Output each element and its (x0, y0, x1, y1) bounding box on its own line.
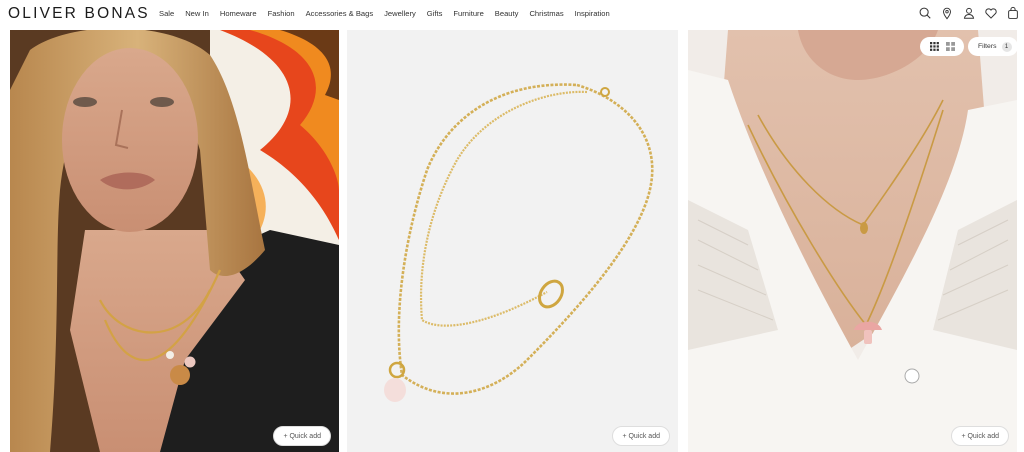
nav-item-sale[interactable]: Sale (159, 9, 174, 18)
product-image-necklace[interactable] (347, 30, 678, 452)
bag-icon[interactable] (1006, 6, 1020, 20)
site-header: OLIVER BONAS Sale New In Homeware Fashio… (0, 0, 1024, 28)
quick-add-button[interactable]: + Quick add (273, 426, 331, 446)
quick-add-button[interactable]: + Quick add (612, 426, 670, 446)
nav-item-beauty[interactable]: Beauty (495, 9, 519, 18)
nav-item-homeware[interactable]: Homeware (220, 9, 257, 18)
search-icon[interactable] (918, 6, 932, 20)
nav-item-fashion[interactable]: Fashion (268, 9, 295, 18)
filters-count-badge: 1 (1001, 41, 1012, 52)
main-nav: Sale New In Homeware Fashion Accessories… (159, 9, 621, 18)
brand-logo[interactable]: OLIVER BONAS (8, 5, 150, 23)
filters-button[interactable]: Filters 1 (968, 37, 1018, 56)
location-icon[interactable] (940, 6, 954, 20)
nav-item-gifts[interactable]: Gifts (427, 9, 443, 18)
quick-add-button[interactable]: + Quick add (951, 426, 1009, 446)
product-card[interactable]: + Quick add (10, 30, 339, 452)
nav-item-inspiration[interactable]: Inspiration (575, 9, 610, 18)
wishlist-icon[interactable] (984, 6, 998, 20)
account-icon[interactable] (962, 6, 976, 20)
nav-item-furniture[interactable]: Furniture (453, 9, 483, 18)
nav-item-jewellery[interactable]: Jewellery (384, 9, 416, 18)
view-toggle (920, 37, 964, 56)
product-card[interactable]: + Quick add (347, 30, 678, 452)
product-image-model[interactable] (10, 30, 339, 452)
grid-large-icon[interactable] (929, 42, 939, 51)
filters-label: Filters (978, 43, 997, 50)
nav-item-accessories-bags[interactable]: Accessories & Bags (306, 9, 374, 18)
product-card[interactable]: + Quick add (688, 30, 1017, 452)
grid-small-icon[interactable] (945, 42, 955, 51)
header-icons (918, 6, 1020, 20)
nav-item-new-in[interactable]: New In (185, 9, 209, 18)
product-grid: + Quick add + Quick add + Quick add (0, 30, 1024, 452)
nav-item-christmas[interactable]: Christmas (529, 9, 563, 18)
product-image-model-pendant[interactable] (688, 30, 1017, 452)
